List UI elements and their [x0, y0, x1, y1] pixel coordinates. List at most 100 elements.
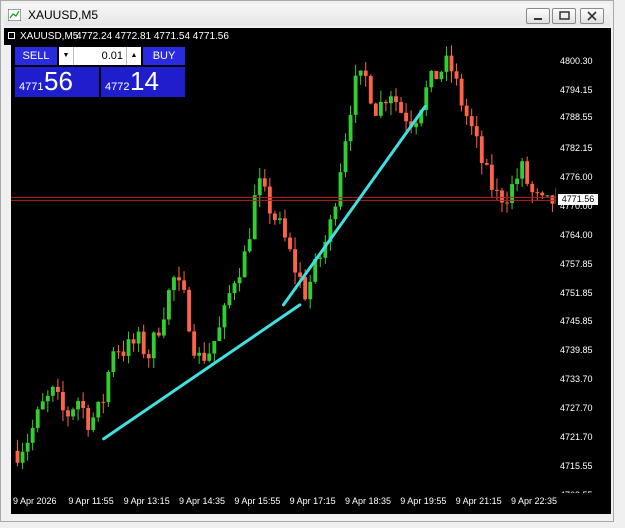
- chart-header: XAUUSD,M5 4772.24 4772.81 4771.54 4771.5…: [4, 28, 611, 45]
- candle-body: [40, 401, 45, 410]
- candle-body: [394, 96, 398, 103]
- candle-body: [343, 141, 348, 173]
- price-axis-label: 4715.55: [560, 461, 593, 472]
- candle-body: [187, 289, 192, 332]
- price-axis-label: 4733.70: [560, 374, 593, 385]
- lot-size-input[interactable]: 0.01: [75, 47, 125, 65]
- candle-body: [101, 401, 106, 403]
- price-axis-label: 4721.70: [560, 431, 593, 442]
- candle-body: [15, 450, 20, 463]
- chart-window: XAUUSD,M5 XAUUSD,M5 4772.24 4772.81 4771…: [0, 0, 614, 522]
- candle-body: [484, 163, 489, 165]
- sell-price-pips: 56: [44, 66, 73, 96]
- candle-body: [61, 391, 65, 411]
- candle-body: [550, 195, 555, 204]
- price-axis[interactable]: 4800.30 4794.15 4788.55 4782.15 4776.00 4770.…: [556, 45, 611, 500]
- candle-body: [202, 352, 207, 361]
- candle-body: [86, 407, 91, 430]
- candle-body: [545, 195, 550, 197]
- candle-body: [131, 339, 136, 344]
- candle-body: [353, 75, 358, 115]
- trendline[interactable]: [282, 104, 427, 307]
- time-axis-label: 9 Apr 18:35: [344, 496, 392, 506]
- time-axis-label: 9 Apr 22:35: [510, 496, 558, 506]
- candle-body: [252, 195, 257, 240]
- candle-body: [444, 55, 449, 72]
- candle-body: [106, 371, 111, 403]
- time-axis[interactable]: 9 Apr 2026 9 Apr 11:55 9 Apr 13:15 9 Apr 14…: [11, 493, 611, 513]
- candle-body: [525, 161, 530, 184]
- buy-price-quote[interactable]: 4772 14: [101, 66, 185, 97]
- candle-body: [237, 277, 242, 284]
- price-chart[interactable]: SELL ▼ 0.01 ▲ BUY 4771 56 4772 14: [11, 45, 611, 514]
- candle-body: [283, 218, 287, 238]
- candle-body: [308, 281, 313, 300]
- time-axis-label: 9 Apr 2026: [13, 496, 57, 506]
- lot-size-stepper[interactable]: ▼ 0.01 ▲: [59, 47, 141, 65]
- price-axis-label: 4788.55: [560, 112, 593, 123]
- candle-body: [333, 206, 338, 220]
- candle-body: [227, 293, 232, 306]
- candle-body: [242, 251, 247, 278]
- candlestick-chart: [11, 45, 560, 497]
- candle-body: [35, 409, 40, 428]
- candle-body: [151, 332, 156, 359]
- minimize-icon: [534, 18, 542, 20]
- candle-body: [55, 386, 60, 392]
- candle-body: [540, 192, 545, 196]
- candle-body: [454, 71, 459, 79]
- candle-body: [262, 178, 267, 187]
- sell-price-quote[interactable]: 4771 56: [15, 66, 99, 97]
- candle-body: [141, 331, 146, 355]
- restore-button[interactable]: [552, 8, 576, 24]
- price-axis-label: 4800.30: [560, 55, 593, 66]
- candle-body: [96, 401, 101, 418]
- candle-body: [111, 351, 116, 372]
- candle-body: [25, 442, 30, 452]
- candle-body: [389, 96, 393, 104]
- candle-body: [278, 218, 282, 221]
- candle-body: [464, 105, 469, 117]
- buy-button[interactable]: BUY: [143, 47, 185, 65]
- candle-body: [272, 213, 277, 221]
- candle-body: [303, 276, 308, 300]
- restore-icon: [559, 11, 570, 20]
- candle-body: [373, 103, 378, 116]
- candle-body: [71, 409, 75, 417]
- candle-body: [479, 136, 484, 164]
- candle-body: [338, 172, 343, 207]
- lot-decrease-icon[interactable]: ▼: [59, 47, 74, 65]
- chart-ohlc: 4772.24 4772.81 4771.54 4771.56: [76, 31, 229, 42]
- candle-body: [172, 277, 176, 291]
- price-axis-label: 4757.85: [560, 258, 593, 269]
- candle-body: [217, 327, 222, 341]
- candle-body: [469, 116, 474, 127]
- candle-body: [156, 332, 161, 336]
- candle-body: [207, 353, 212, 361]
- candle-body: [535, 192, 540, 194]
- trendline[interactable]: [102, 303, 302, 441]
- candle-body: [363, 70, 368, 76]
- candle-body: [247, 239, 252, 252]
- price-axis-label: 4776.00: [560, 172, 593, 183]
- close-button[interactable]: [580, 8, 604, 24]
- symbol-dropdown-icon[interactable]: [8, 32, 15, 39]
- candle-body: [489, 164, 494, 190]
- minimize-button[interactable]: [526, 8, 550, 24]
- sell-price-prefix: 4771: [19, 81, 44, 93]
- chart-symbol: XAUUSD,M5: [20, 31, 79, 42]
- candle-body: [126, 339, 131, 356]
- price-axis-label: 4739.85: [560, 345, 593, 356]
- candle-body: [166, 290, 171, 320]
- candle-body: [404, 112, 409, 122]
- price-axis-label: 4745.85: [560, 316, 593, 327]
- window-titlebar[interactable]: XAUUSD,M5: [4, 4, 610, 26]
- sell-button[interactable]: SELL: [15, 47, 57, 65]
- candle-body: [222, 305, 227, 328]
- window-title: XAUUSD,M5: [28, 8, 99, 22]
- candle-body: [414, 123, 419, 128]
- candle-body: [449, 55, 454, 72]
- lot-increase-icon[interactable]: ▲: [126, 47, 141, 65]
- candle-body: [66, 410, 70, 417]
- candle-body: [378, 101, 383, 116]
